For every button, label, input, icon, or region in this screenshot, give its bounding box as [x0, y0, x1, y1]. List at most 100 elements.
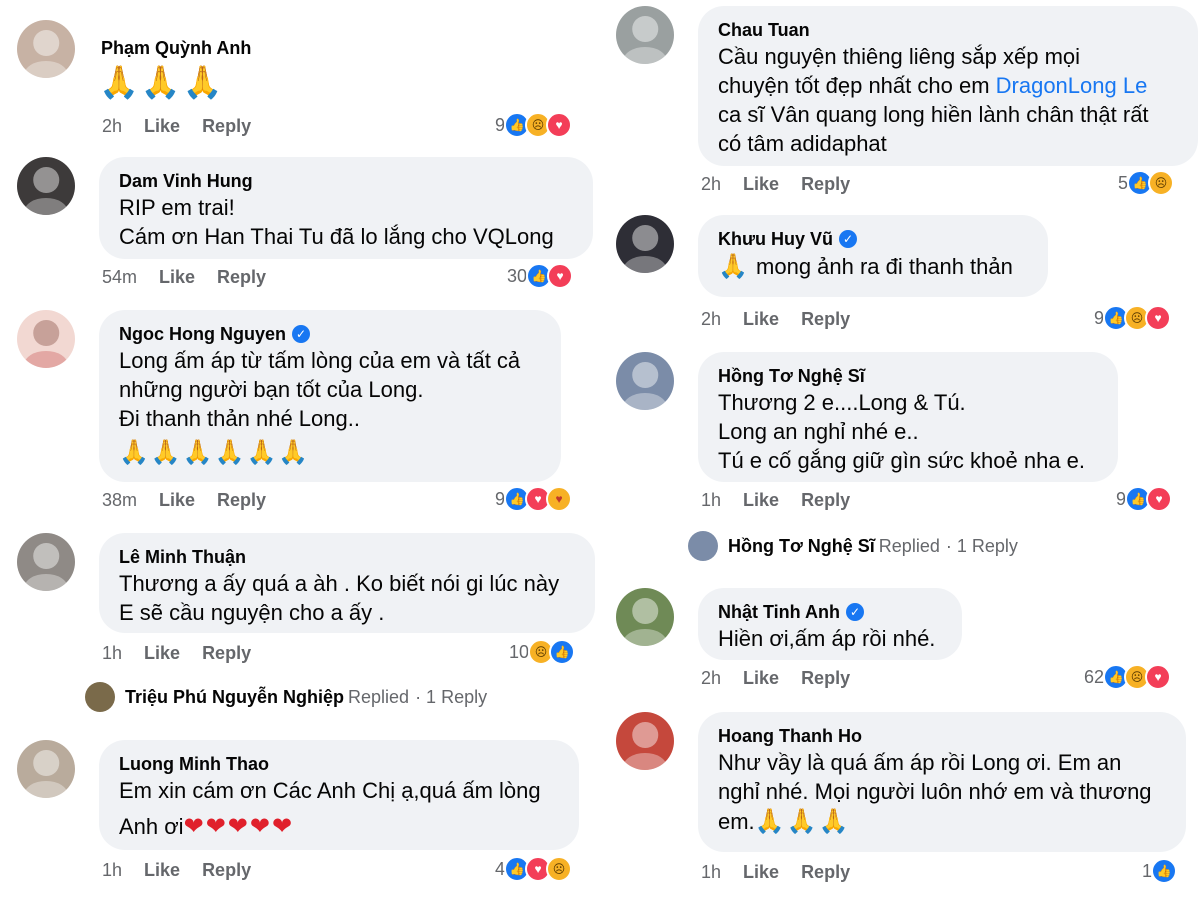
reaction-count: 62 [1084, 666, 1105, 687]
comment-text: E sẽ cầu nguyện cho a ấy . [119, 600, 385, 625]
like-button[interactable]: Like [743, 490, 779, 511]
avatar[interactable] [616, 588, 674, 646]
view-replies-link[interactable]: Triệu Phú Nguyễn Nghiệp Replied · 1 Repl… [85, 682, 487, 712]
reaction-summary[interactable]: 9 👍 ☹ ♥ [495, 112, 573, 138]
reply-button[interactable]: Reply [801, 490, 850, 511]
timestamp[interactable]: 1h [701, 862, 721, 883]
mention-link[interactable]: DragonLong Le [996, 73, 1148, 98]
author-name[interactable]: Khưu Huy Vũ ✓ [718, 227, 1028, 251]
avatar [85, 682, 115, 712]
reply-button[interactable]: Reply [217, 490, 266, 511]
like-button[interactable]: Like [144, 860, 180, 881]
love-reaction-icon: ♥ [1145, 305, 1172, 331]
reply-button[interactable]: Reply [217, 267, 266, 288]
comment-text: Hiền ơi,ấm áp rồi nhé. [718, 626, 936, 651]
avatar[interactable] [17, 157, 75, 215]
avatar[interactable] [616, 712, 674, 770]
like-button[interactable]: Like [743, 862, 779, 883]
reply-button[interactable]: Reply [202, 860, 251, 881]
author-name[interactable]: Luong Minh Thao [119, 752, 559, 776]
author-name[interactable]: Lê Minh Thuận [119, 545, 575, 569]
reply-button[interactable]: Reply [202, 643, 251, 664]
comment-text: Như vầy là quá ấm áp rồi Long ơi. Em an [718, 750, 1122, 775]
timestamp[interactable]: 54m [102, 267, 137, 288]
like-button[interactable]: Like [743, 668, 779, 689]
like-button[interactable]: Like [743, 174, 779, 195]
timestamp[interactable]: 2h [102, 116, 122, 137]
comment-bubble: Khưu Huy Vũ ✓ 🙏 mong ảnh ra đi thanh thản [698, 215, 1048, 297]
comment-text: Cầu nguyện thiêng liêng sắp xếp mọi [718, 44, 1081, 69]
avatar[interactable] [616, 215, 674, 273]
reaction-summary[interactable]: 9 👍 ♥ [1116, 486, 1173, 512]
reply-button[interactable]: Reply [801, 309, 850, 330]
like-button[interactable]: Like [144, 116, 180, 137]
comment-text: mong ảnh ra đi thanh thản [756, 254, 1013, 279]
comment-text: có tâm adidaphat [718, 131, 887, 156]
timestamp[interactable]: 38m [102, 490, 137, 511]
comment-text: Tú e cố gắng giữ gìn sức khoẻ nha e. [718, 448, 1086, 473]
comment-text-line: 🙏 mong ảnh ra đi thanh thản [718, 251, 1028, 281]
like-button[interactable]: Like [743, 309, 779, 330]
avatar[interactable] [17, 533, 75, 591]
author-name[interactable]: Hoang Thanh Ho [718, 724, 1166, 748]
timestamp[interactable]: 2h [701, 309, 721, 330]
prayer-emoji: 🙏🙏🙏 [754, 807, 851, 835]
avatar[interactable] [17, 310, 75, 368]
reaction-summary[interactable]: 9 👍 ☹ ♥ [1094, 305, 1172, 331]
comment-text-last-line: em.🙏🙏🙏 [718, 806, 1166, 836]
comment-text: ca sĩ Vân quang long hiền lành chân thật… [718, 102, 1149, 127]
timestamp[interactable]: 1h [102, 860, 122, 881]
reaction-summary[interactable]: 62 👍 ☹ ♥ [1084, 664, 1172, 690]
love-reaction-icon: ♥ [1145, 664, 1172, 690]
reaction-summary[interactable]: 1 👍 [1142, 858, 1178, 884]
verified-badge-icon: ✓ [839, 230, 858, 248]
reaction-summary[interactable]: 4 👍 ♥ ☹ [495, 856, 573, 882]
author-name[interactable]: Nhật Tinh Anh ✓ [718, 600, 942, 624]
sad-reaction-icon: ☹ [546, 856, 573, 882]
comment-actions: 2h Like Reply [701, 174, 850, 195]
timestamp[interactable]: 2h [701, 174, 721, 195]
timestamp[interactable]: 1h [102, 643, 122, 664]
comment: Luong Minh Thao Em xin cám ơn Các Anh Ch… [17, 740, 597, 890]
reply-button[interactable]: Reply [202, 116, 251, 137]
avatar[interactable] [616, 6, 674, 64]
comment: Chau Tuan Cầu nguyện thiêng liêng sắp xế… [616, 6, 1198, 201]
reaction-summary[interactable]: 9 👍 ♥ ♥ [495, 486, 573, 512]
comment-bubble: Chau Tuan Cầu nguyện thiêng liêng sắp xế… [698, 6, 1198, 166]
reply-count: · 1 Reply [415, 686, 488, 707]
comment-bubble: Lê Minh Thuận Thương a ấy quá a àh . Ko … [99, 533, 595, 633]
comment-text: Long an nghỉ nhé e.. [718, 419, 919, 444]
avatar[interactable] [17, 20, 75, 78]
author-name[interactable]: Dam Vinh Hung [119, 169, 573, 193]
comment-actions: 2h Like Reply [701, 309, 850, 330]
avatar[interactable] [17, 740, 75, 798]
love-reaction-icon: ♥ [1146, 486, 1173, 512]
author-name[interactable]: Chau Tuan [718, 18, 1178, 42]
reaction-summary[interactable]: 30 👍 ♥ [507, 263, 574, 289]
author-name[interactable]: Hồng Tơ Nghệ Sĩ [718, 364, 1098, 388]
verified-badge-icon: ✓ [292, 325, 310, 343]
like-button[interactable]: Like [159, 490, 195, 511]
reply-button[interactable]: Reply [801, 862, 850, 883]
timestamp[interactable]: 1h [701, 490, 721, 511]
reply-button[interactable]: Reply [801, 174, 850, 195]
like-button[interactable]: Like [144, 643, 180, 664]
author-name[interactable]: Ngoc Hong Nguyen ✓ [119, 322, 541, 346]
like-reaction-icon: 👍 [549, 639, 576, 665]
view-replies-link[interactable]: Hồng Tơ Nghệ Sĩ Replied · 1 Reply [688, 531, 1018, 561]
like-button[interactable]: Like [159, 267, 195, 288]
reply-button[interactable]: Reply [801, 668, 850, 689]
timestamp[interactable]: 2h [701, 668, 721, 689]
comment-bubble: Hoang Thanh Ho Như vầy là quá ấm áp rồi … [698, 712, 1186, 852]
comment-actions: 1h Like Reply [102, 643, 251, 664]
verified-badge-icon: ✓ [845, 603, 864, 621]
reaction-count: 30 [507, 265, 528, 286]
prayer-emoji: 🙏 [718, 252, 750, 280]
reaction-summary[interactable]: 5 👍 ☹ [1118, 170, 1175, 196]
author-name[interactable]: Phạm Quỳnh Anh [99, 36, 279, 60]
comment-text: Cám ơn Han Thai Tu đã lo lắng cho VQLong [119, 224, 554, 249]
reaction-summary[interactable]: 10 ☹ 👍 [509, 639, 576, 665]
comment: Dam Vinh Hung RIP em trai! Cám ơn Han Th… [17, 157, 597, 292]
comment-text: những người bạn tốt của Long. [119, 377, 424, 402]
avatar[interactable] [616, 352, 674, 410]
